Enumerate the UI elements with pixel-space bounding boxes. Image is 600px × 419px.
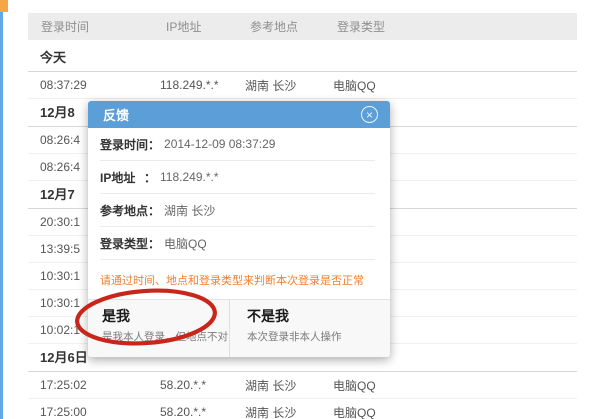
login-record-row: 17:25:0058.20.*.*湖南 长沙电脑QQ bbox=[28, 399, 577, 419]
dialog-title: 反馈 bbox=[103, 105, 361, 124]
field-value: 电脑QQ bbox=[164, 235, 207, 252]
cell-location: 湖南 长沙 bbox=[245, 77, 333, 94]
feedback-dialog: 反馈 × 登录时间：2014-12-09 08:37:29IP地址：118.24… bbox=[88, 101, 390, 357]
dialog-field: 参考地点：湖南 长沙 bbox=[100, 194, 375, 227]
left-blue-border bbox=[0, 12, 3, 419]
dialog-footer: 是我是我本人登录，但地点不对不是我本次登录非本人操作 bbox=[88, 299, 390, 357]
cell-ip: 58.20.*.* bbox=[160, 378, 245, 392]
date-section-header: 今天 bbox=[28, 44, 577, 72]
column-header-3: 参考地点 bbox=[245, 18, 333, 35]
button-subtitle: 本次登录非本人操作 bbox=[247, 329, 390, 344]
dialog-field: 登录时间： 2014-12-09 08:37:29 bbox=[100, 128, 375, 161]
cell-location: 湖南 长沙 bbox=[245, 377, 333, 394]
cell-time: 17:25:02 bbox=[28, 378, 160, 392]
dialog-field: IP地址： 118.249.*.* bbox=[100, 161, 375, 194]
column-header-4: 登录类型 bbox=[333, 18, 577, 35]
field-colon: ： bbox=[144, 169, 156, 186]
dialog-field: 登录类型：电脑QQ bbox=[100, 227, 375, 260]
field-colon: ： bbox=[148, 202, 160, 219]
field-value: 2014-12-09 08:37:29 bbox=[164, 137, 275, 151]
not-me-button[interactable]: 不是我本次登录非本人操作 bbox=[229, 300, 390, 357]
cell-ip: 58.20.*.* bbox=[160, 405, 245, 419]
login-record-row: 17:25:0258.20.*.*湖南 长沙电脑QQ bbox=[28, 372, 577, 399]
table-header-row: 登录时间IP地址参考地点登录类型 bbox=[28, 13, 577, 40]
login-history-page: 登录时间IP地址参考地点登录类型 今天08:37:29118.249.*.*湖南… bbox=[0, 0, 600, 419]
button-title: 不是我 bbox=[247, 308, 390, 325]
cell-login_type: 电脑QQ bbox=[333, 377, 577, 394]
field-value: 湖南 长沙 bbox=[164, 202, 215, 219]
field-colon: ： bbox=[148, 136, 160, 153]
cell-time: 08:37:29 bbox=[28, 78, 160, 92]
cell-location: 湖南 长沙 bbox=[245, 404, 333, 419]
column-header-2: IP地址 bbox=[160, 18, 245, 35]
close-icon[interactable]: × bbox=[361, 106, 378, 123]
field-label: 登录类型 bbox=[100, 235, 148, 252]
cell-login_type: 电脑QQ bbox=[333, 404, 577, 419]
field-label: 登录时间 bbox=[100, 136, 148, 153]
cell-login_type: 电脑QQ bbox=[333, 77, 577, 94]
field-value: 118.249.*.* bbox=[160, 170, 219, 184]
cell-ip: 118.249.*.* bbox=[160, 78, 245, 92]
dialog-header: 反馈 × bbox=[88, 101, 390, 128]
login-record-row: 08:37:29118.249.*.*湖南 长沙电脑QQ bbox=[28, 72, 577, 99]
button-title: 是我 bbox=[102, 308, 229, 325]
cell-time: 17:25:00 bbox=[28, 405, 160, 419]
field-label: 参考地点 bbox=[100, 202, 148, 219]
dialog-body: 登录时间：2014-12-09 08:37:29IP地址：118.249.*.*… bbox=[88, 128, 390, 260]
field-label: IP地址 bbox=[100, 169, 144, 186]
field-colon: ： bbox=[148, 235, 160, 252]
feedback-hint: 请通过时间、地点和登录类型来判断本次登录是否正常 bbox=[88, 260, 390, 299]
top-orange-accent bbox=[0, 0, 8, 12]
its-me-button[interactable]: 是我是我本人登录，但地点不对 bbox=[88, 300, 229, 357]
button-subtitle: 是我本人登录，但地点不对 bbox=[102, 329, 229, 344]
column-header-1: 登录时间 bbox=[28, 18, 160, 35]
